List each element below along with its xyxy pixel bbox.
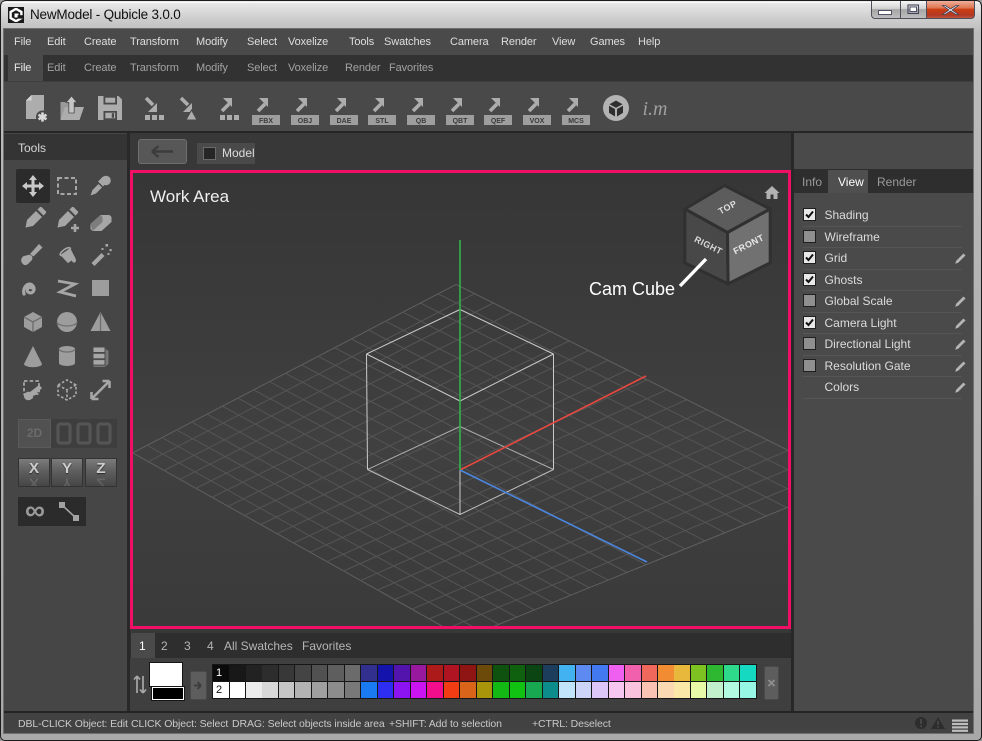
svg-text:VOX: VOX: [530, 118, 545, 125]
svg-text:QB: QB: [416, 118, 427, 125]
svg-text:DAE: DAE: [337, 118, 352, 125]
svg-text:i.m: i.m: [643, 98, 668, 120]
svg-text:OBJ: OBJ: [298, 118, 313, 125]
svg-text:MCS: MCS: [568, 118, 584, 125]
svg-text:∞: ∞: [25, 497, 45, 526]
svg-text:FBX: FBX: [259, 118, 273, 125]
svg-text:QBT: QBT: [453, 118, 469, 125]
svg-text:QEF: QEF: [491, 118, 506, 125]
svg-text:STL: STL: [375, 118, 389, 125]
